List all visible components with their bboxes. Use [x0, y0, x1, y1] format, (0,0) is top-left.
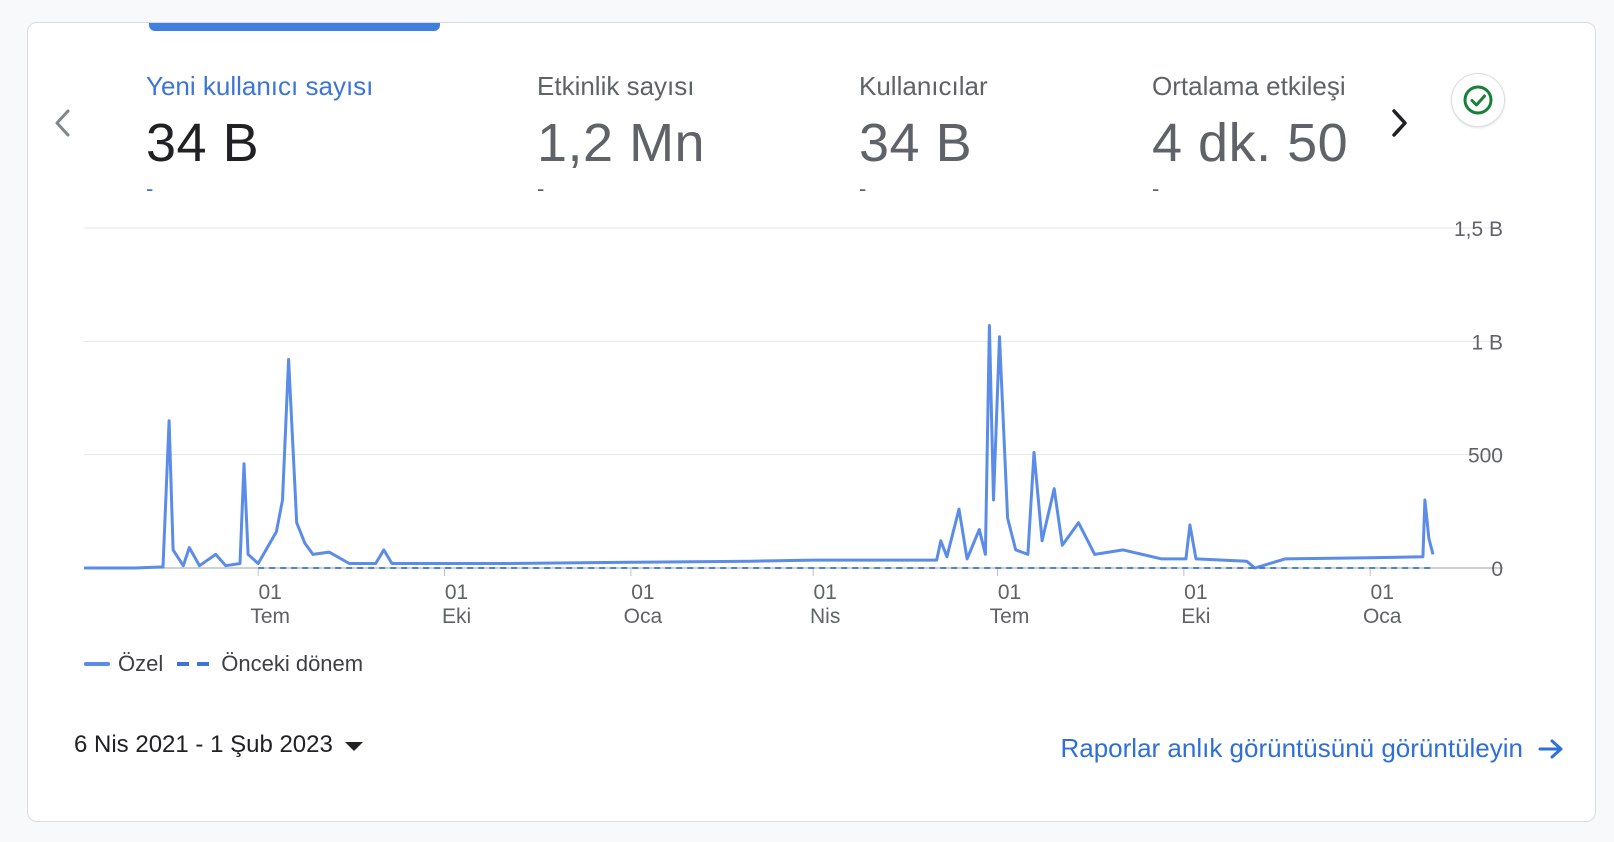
active-tab-indicator	[149, 23, 440, 31]
metric-value: 1,2 Mn	[537, 113, 706, 173]
x-tick-month-label: Oca	[1363, 605, 1402, 628]
x-tick-day-label: 01	[631, 581, 654, 604]
y-tick-label: 1 B	[1471, 331, 1503, 354]
report-link-text: Raporlar anlık görüntüsünü görüntüleyin	[1060, 733, 1523, 763]
metric-delta: -	[146, 176, 154, 201]
legend-item-current[interactable]: Özel	[84, 651, 163, 677]
y-tick-label: 0	[1491, 558, 1503, 581]
legend-label: Önceki dönem	[221, 651, 364, 676]
metric-label: Ortalama etkileşi	[1152, 71, 1346, 101]
metric-delta: -	[859, 176, 867, 201]
x-tick-month-label: Oca	[624, 605, 663, 628]
summary-card: Yeni kullanıcı sayısı 34 B - Etkinlik sa…	[27, 22, 1596, 822]
chevron-left-icon	[55, 109, 70, 137]
x-tick-month-label: Tem	[990, 605, 1030, 628]
metric-delta: -	[1152, 176, 1160, 201]
x-tick-month-label: Tem	[250, 605, 290, 628]
metric-tab-new-users[interactable]: Yeni kullanıcı sayısı 34 B -	[146, 71, 373, 202]
metric-value: 34 B	[146, 113, 260, 173]
metric-tab-event-count[interactable]: Etkinlik sayısı 1,2 Mn -	[537, 71, 705, 202]
y-tick-label: 500	[1468, 445, 1503, 468]
metric-label: Kullanıcılar	[859, 71, 988, 101]
x-tick-month-label: Nis	[810, 605, 840, 628]
x-tick-month-label: Eki	[442, 605, 471, 628]
data-quality-button[interactable]	[1451, 73, 1505, 127]
check-circle-icon	[1463, 85, 1493, 115]
caret-down-icon	[344, 741, 363, 751]
prev-metrics-button[interactable]	[48, 103, 78, 143]
x-tick-day-label: 01	[998, 581, 1021, 604]
chevron-right-icon	[1392, 109, 1407, 137]
metric-value: 34 B	[859, 113, 973, 173]
view-reports-snapshot-link[interactable]: Raporlar anlık görüntüsünü görüntüleyin	[1060, 733, 1565, 764]
y-tick-label: 1,5 B	[1454, 218, 1503, 241]
x-tick-day-label: 01	[814, 581, 837, 604]
legend-item-previous[interactable]: Önceki dönem	[177, 651, 363, 677]
metric-label: Yeni kullanıcı sayısı	[146, 71, 374, 101]
metric-label: Etkinlik sayısı	[537, 71, 695, 101]
line-chart: 1,5 B1 B500001Tem01Eki01Oca01Nis01Tem01E…	[84, 218, 1503, 628]
arrow-right-icon	[1538, 739, 1563, 758]
series-line-current	[84, 324, 1435, 570]
x-tick-month-label: Eki	[1181, 605, 1210, 628]
dashed-line-swatch	[177, 662, 212, 666]
date-range-selector[interactable]: 6 Nis 2021 - 1 Şub 2023	[74, 731, 363, 759]
next-metrics-button[interactable]	[1384, 103, 1414, 143]
x-tick-day-label: 01	[1184, 581, 1207, 604]
x-tick-day-label: 01	[259, 581, 282, 604]
metric-delta: -	[537, 176, 545, 201]
metric-value: 4 dk. 50	[1152, 113, 1349, 173]
solid-line-swatch	[84, 662, 110, 666]
date-range-text: 6 Nis 2021 - 1 Şub 2023	[74, 731, 333, 758]
metric-tab-users[interactable]: Kullanıcılar 34 B -	[859, 71, 988, 202]
x-tick-day-label: 01	[1371, 581, 1394, 604]
chart-legend: Özel Önceki dönem	[84, 651, 377, 677]
legend-label: Özel	[118, 651, 164, 676]
metric-tab-avg-engagement[interactable]: Ortalama etkileşi 4 dk. 50 -	[1152, 71, 1348, 202]
x-tick-day-label: 01	[445, 581, 468, 604]
